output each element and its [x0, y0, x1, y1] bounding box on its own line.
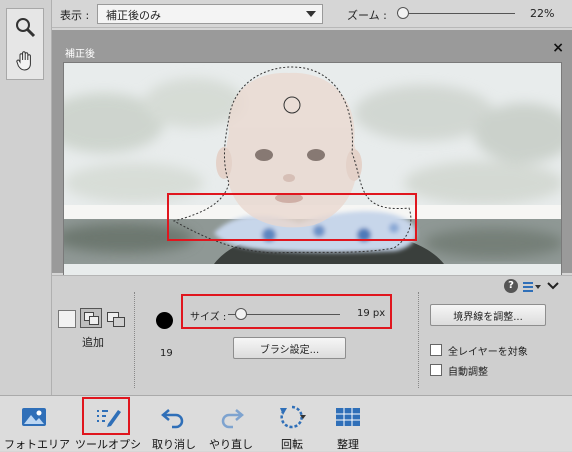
brush-size-number: 19 — [160, 348, 173, 359]
subtract-selection-button[interactable] — [107, 310, 125, 328]
help-icon[interactable]: ? — [504, 279, 518, 293]
zoom-label: ズーム : — [347, 9, 387, 22]
organize-icon — [336, 408, 360, 426]
zoom-slider-track[interactable] — [397, 13, 515, 14]
undo-icon — [161, 409, 184, 429]
divider — [418, 292, 419, 388]
tool-options-panel: ? 追加 19 サイズ : 19 px ブラシ設定... 境界線を調整... 全… — [52, 275, 572, 395]
highlight-tool-options — [82, 397, 130, 435]
close-icon[interactable]: × — [552, 40, 564, 56]
view-label: 表示 : — [60, 9, 90, 22]
baby-photo-icon — [64, 63, 561, 291]
photo-bin-label: フォトエリア — [4, 438, 70, 451]
tool-group — [6, 8, 44, 80]
organize-label: 整理 — [337, 438, 359, 451]
preview-image[interactable] — [63, 62, 562, 292]
highlight-size-slider — [181, 294, 392, 329]
undo-button[interactable]: 取り消し — [152, 396, 196, 452]
highlight-region — [167, 193, 417, 241]
redo-label: やり直し — [209, 438, 253, 451]
refine-edge-button[interactable]: 境界線を調整... — [430, 304, 546, 326]
view-select[interactable]: 補正後のみ — [97, 4, 323, 24]
chevron-down-icon — [306, 11, 316, 17]
panel-menu-icon[interactable] — [522, 280, 542, 294]
photo-bin-button[interactable]: フォトエリア — [4, 396, 70, 452]
hand-icon — [16, 51, 31, 71]
brush-settings-button[interactable]: ブラシ設定... — [233, 337, 346, 359]
organize-button[interactable]: 整理 — [328, 396, 368, 452]
rotate-label: 回転 — [281, 438, 303, 451]
magnifier-icon — [16, 18, 36, 38]
add-selection-button[interactable] — [80, 308, 102, 328]
brush-preview — [156, 312, 173, 329]
auto-enhance-label: 自動調整 — [448, 367, 488, 378]
redo-button[interactable]: やり直し — [208, 396, 254, 452]
toolbox — [0, 0, 52, 395]
sample-all-layers-label: 全レイヤーを対象 — [448, 347, 528, 358]
sample-all-layers-checkbox[interactable] — [430, 344, 442, 356]
redo-icon — [221, 409, 244, 429]
photo-bin-icon — [22, 408, 46, 426]
new-selection-button[interactable] — [58, 310, 76, 328]
zoom-value: 22% — [530, 7, 555, 20]
rotate-button[interactable]: 回転 — [268, 396, 316, 452]
hand-tool-button[interactable] — [9, 45, 41, 77]
view-select-value: 補正後のみ — [106, 9, 161, 22]
zoom-slider-handle[interactable] — [397, 7, 409, 19]
auto-enhance-checkbox[interactable] — [430, 364, 442, 376]
selection-mode-label: 追加 — [82, 336, 104, 349]
divider — [134, 292, 135, 388]
rotate-icon — [280, 405, 306, 429]
tool-options-label: ツールオプシ — [75, 438, 141, 451]
chevron-down-icon[interactable] — [546, 279, 560, 293]
zoom-tool-button[interactable] — [9, 11, 41, 43]
undo-label: 取り消し — [152, 438, 196, 451]
view-options-bar: 表示 : 補正後のみ ズーム : 22% — [52, 0, 572, 28]
preview-title: 補正後 — [65, 49, 95, 60]
